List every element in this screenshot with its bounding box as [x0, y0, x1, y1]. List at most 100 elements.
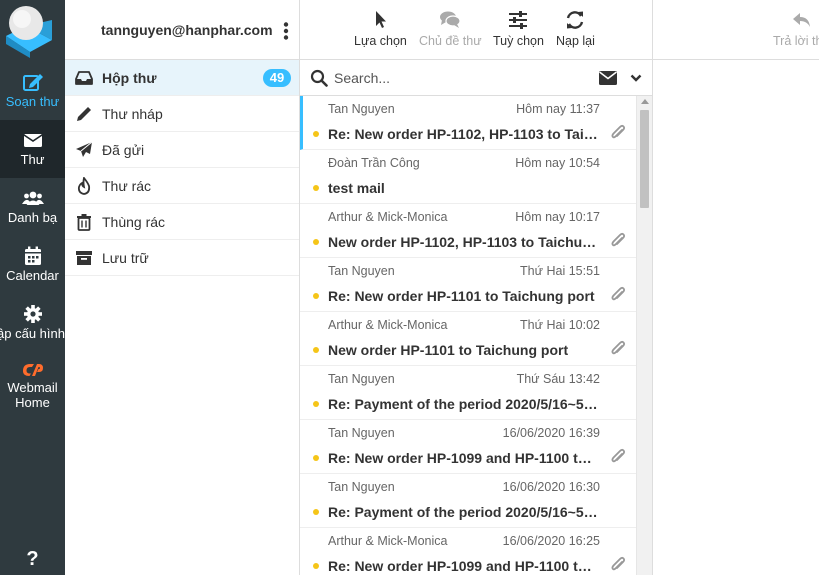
- message-subject: Re: New order HP-1101 to Taichung port: [328, 288, 595, 304]
- message-row[interactable]: Arthur & Mick-Monica Thứ Hai 10:02 New o…: [300, 312, 636, 366]
- paperclip-icon: [611, 124, 626, 139]
- unread-dot: [313, 509, 319, 515]
- message-date: Thứ Hai 15:51: [520, 264, 600, 278]
- gear-icon: [23, 305, 42, 323]
- message-subject: Re: New order HP-1099 and HP-1100 to Tai…: [328, 558, 600, 574]
- select-button[interactable]: Lựa chọn: [354, 8, 407, 54]
- message-date: 16/06/2020 16:39: [502, 426, 600, 440]
- refresh-label: Nạp lại: [556, 34, 595, 48]
- paperclip-icon: [611, 556, 626, 571]
- roundcube-logo[interactable]: [0, 0, 65, 60]
- message-sender: Tan Nguyen: [328, 426, 395, 440]
- message-row[interactable]: Tan Nguyen 16/06/2020 16:39 Re: New orde…: [300, 420, 636, 474]
- message-row[interactable]: Tan Nguyen Thứ Hai 15:51 Re: New order H…: [300, 258, 636, 312]
- nav-mail[interactable]: Thư: [0, 120, 65, 178]
- unread-count-badge: 49: [263, 69, 291, 87]
- compose-button[interactable]: Soạn thư: [0, 62, 65, 120]
- message-sender: Tan Nguyen: [328, 102, 395, 116]
- message-subject: Re: Payment of the period 2020/5/16~5/31: [328, 396, 600, 412]
- folder-name: Đã gửi: [102, 142, 145, 158]
- inbox-icon: [75, 71, 93, 85]
- message-sender: Tan Nguyen: [328, 480, 395, 494]
- message-subject: Re: New order HP-1099 and HP-1100 to Tai…: [328, 450, 600, 466]
- message-toolbar: Lựa chọn Chủ đề thư Tuỳ chọn Nạp lại: [300, 0, 652, 60]
- account-header: tannguyen@hanphar.com: [65, 0, 299, 60]
- message-sender: Arthur & Mick-Monica: [328, 318, 448, 332]
- chevron-down-icon[interactable]: [630, 72, 642, 84]
- trash-icon: [77, 214, 91, 231]
- folder-drafts[interactable]: Thư nháp: [65, 96, 299, 132]
- folder-name: Thùng rác: [102, 214, 166, 230]
- help-button[interactable]: ?: [0, 545, 65, 575]
- message-row[interactable]: Đoàn Trần Công Hôm nay 10:54 test mail: [300, 150, 636, 204]
- users-icon: [21, 191, 44, 205]
- help-icon: ?: [26, 548, 39, 570]
- message-sender: Tan Nguyen: [328, 264, 395, 278]
- folder-panel: tannguyen@hanphar.com Hộp thư 49 Thư nhá…: [65, 0, 300, 575]
- options-button[interactable]: Tuỳ chọn: [493, 8, 544, 54]
- search-input[interactable]: [334, 66, 584, 90]
- threads-button[interactable]: Chủ đề thư: [419, 8, 482, 54]
- envelope-icon: [23, 134, 42, 147]
- mail-label: Thư: [20, 152, 45, 167]
- message-row[interactable]: Tan Nguyen Hôm nay 11:37 Re: New order H…: [300, 96, 636, 150]
- message-date: 16/06/2020 16:30: [502, 480, 600, 494]
- message-row[interactable]: Tan Nguyen Thứ Sáu 13:42 Re: Payment of …: [300, 366, 636, 420]
- envelope-icon[interactable]: [598, 70, 618, 86]
- message-list-scrollbar[interactable]: [636, 96, 652, 575]
- message-sender: Tan Nguyen: [328, 372, 395, 386]
- message-row[interactable]: Tan Nguyen 16/06/2020 16:30 Re: Payment …: [300, 474, 636, 528]
- folder-name: Hộp thư: [102, 70, 157, 86]
- webmail-label-line2: Home: [15, 395, 50, 410]
- reply-button[interactable]: Trả lời thư: [773, 8, 819, 48]
- preview-pane: Trả lời thư: [652, 0, 819, 575]
- nav-calendar[interactable]: Calendar: [0, 236, 65, 294]
- message-date: Hôm nay 11:37: [516, 102, 600, 116]
- unread-dot: [313, 293, 319, 299]
- cursor-icon: [376, 11, 387, 28]
- folder-name: Lưu trữ: [102, 250, 149, 266]
- comments-icon: [440, 11, 461, 28]
- folder-name: Thư rác: [102, 178, 152, 194]
- folder-inbox[interactable]: Hộp thư 49: [65, 60, 299, 96]
- folder-archive[interactable]: Lưu trữ: [65, 240, 299, 276]
- refresh-button[interactable]: Nạp lại: [556, 8, 595, 54]
- folder-sent[interactable]: Đã gửi: [65, 132, 299, 168]
- message-subject: New order HP-1101 to Taichung port: [328, 342, 569, 358]
- message-row[interactable]: Arthur & Mick-Monica Hôm nay 10:17 New o…: [300, 204, 636, 258]
- message-date: Thứ Hai 10:02: [520, 318, 600, 332]
- sliders-icon: [509, 11, 528, 29]
- settings-label: Thiết lập cấu hình: [0, 326, 65, 341]
- paperclip-icon: [611, 232, 626, 247]
- paperclip-icon: [611, 340, 626, 355]
- reply-label: Trả lời thư: [773, 34, 819, 48]
- paperclip-icon: [611, 448, 626, 463]
- options-label: Tuỳ chọn: [493, 34, 544, 48]
- archive-icon: [76, 251, 92, 265]
- nav-settings[interactable]: Thiết lập cấu hình: [0, 294, 65, 352]
- message-list-header: [300, 60, 652, 96]
- unread-dot: [313, 347, 319, 353]
- scroll-up-arrow[interactable]: [641, 99, 649, 104]
- message-sender: Arthur & Mick-Monica: [328, 210, 448, 224]
- calendar-icon: [24, 246, 41, 265]
- cpanel-icon: [22, 364, 43, 376]
- pencil-icon: [77, 107, 91, 121]
- message-date: Hôm nay 10:54: [515, 156, 600, 170]
- scroll-thumb[interactable]: [640, 110, 649, 208]
- nav-contacts[interactable]: Danh bạ: [0, 178, 65, 236]
- message-date: 16/06/2020 16:25: [502, 534, 600, 548]
- message-subject: Re: Payment of the period 2020/5/16~5/31: [328, 504, 600, 520]
- message-date: Hôm nay 10:17: [515, 210, 600, 224]
- unread-dot: [313, 455, 319, 461]
- compose-icon: [22, 74, 43, 91]
- folder-trash[interactable]: Thùng rác: [65, 204, 299, 240]
- message-row[interactable]: Arthur & Mick-Monica 16/06/2020 16:25 Re…: [300, 528, 636, 575]
- reply-icon: [792, 13, 810, 27]
- message-date: Thứ Sáu 13:42: [516, 372, 600, 386]
- folder-junk[interactable]: Thư rác: [65, 168, 299, 204]
- unread-dot: [313, 401, 319, 407]
- kebab-menu-icon[interactable]: [279, 21, 293, 41]
- nav-webmail-home[interactable]: Webmail Home: [0, 352, 65, 414]
- unread-dot: [313, 239, 319, 245]
